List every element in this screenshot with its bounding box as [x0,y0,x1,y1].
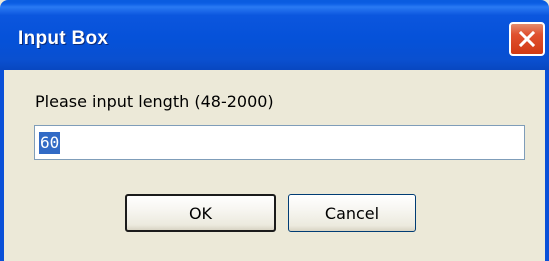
ok-button[interactable]: OK [125,194,276,232]
prompt-label: Please input length (48-2000) [35,92,274,111]
window-title: Input Box [18,28,109,49]
cancel-button[interactable]: Cancel [288,194,416,232]
length-input-value: 60 [39,132,61,154]
input-box-dialog: Input Box Please input length (48-2000) … [0,0,549,261]
length-input[interactable]: 60 [34,125,525,160]
window-frame-left [0,70,4,261]
close-button[interactable] [509,22,545,56]
close-icon [518,30,536,48]
title-bar[interactable]: Input Box [0,0,549,70]
window-frame-right [545,70,549,261]
